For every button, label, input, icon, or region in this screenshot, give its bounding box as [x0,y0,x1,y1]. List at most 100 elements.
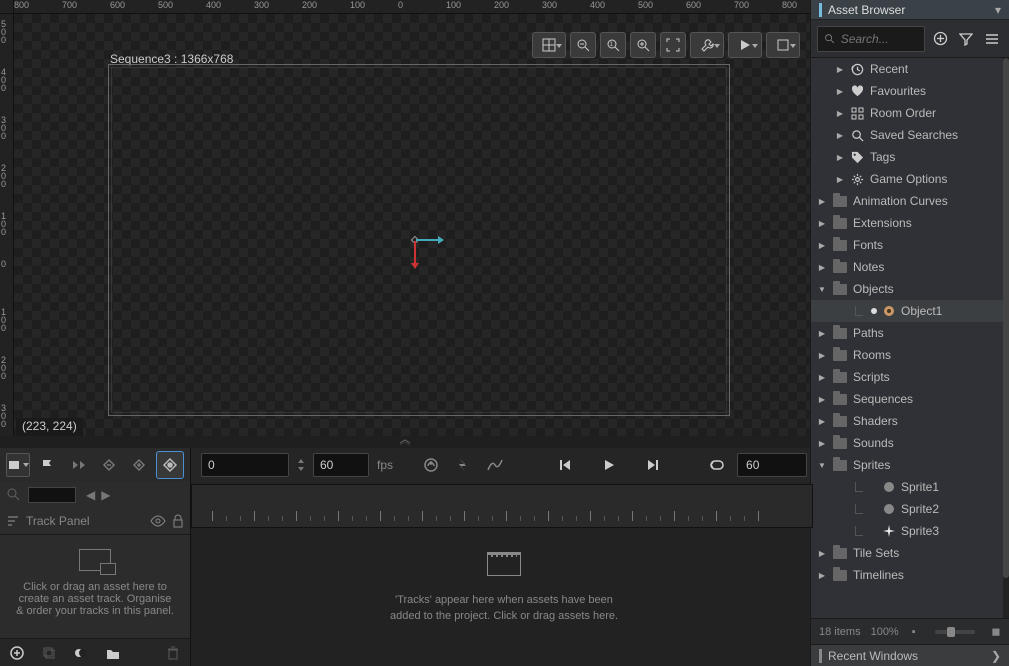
recent-windows-bar[interactable]: Recent Windows ❯ [811,644,1009,666]
prev-key-button[interactable] [66,452,92,478]
folder-fonts[interactable]: Fonts [811,234,1003,256]
group-button[interactable] [104,644,122,662]
track-panel: ◀ ▶ Track Panel [0,448,191,666]
quick-favourites[interactable]: Favourites [811,80,1003,102]
folder-icon [833,196,847,207]
folder-icon [833,460,847,471]
add-key-button[interactable] [126,452,152,478]
folder-paths[interactable]: Paths [811,322,1003,344]
folder-extensions[interactable]: Extensions [811,212,1003,234]
layer-mode-button[interactable] [6,453,30,477]
asset-sprite2[interactable]: Sprite2 [811,498,1003,520]
asset-sprite1[interactable]: Sprite1 [811,476,1003,498]
quick-saved-searches[interactable]: Saved Searches [811,124,1003,146]
sequence-canvas[interactable]: Sequence3 : 1366x768 (223, 224) 1 [14,14,810,436]
play-button[interactable] [597,453,621,477]
zoom-out-button[interactable] [570,32,596,58]
track-next-icon[interactable]: ▶ [101,488,110,502]
track-drop-zone[interactable]: Click or drag an asset here to create an… [0,534,190,638]
tree-scrollbar[interactable] [1003,58,1009,618]
timeline-drop-zone[interactable]: 'Tracks' appear here when assets have be… [191,528,817,666]
ruler-tick: 400 [1,68,6,92]
zoom-in-button[interactable] [630,32,656,58]
folder-animation-curves[interactable]: Animation Curves [811,190,1003,212]
ruler-tick: 100 [350,0,365,10]
canvas-options-button[interactable] [766,32,800,58]
asset-browser-footer: 18 items 100% ▪ ◼ [811,618,1009,644]
folder-shaders[interactable]: Shaders [811,410,1003,432]
track-search-icon[interactable] [6,487,22,503]
folder-icon [833,372,847,383]
frame-stepper-icon[interactable] [297,457,305,473]
zoom-in-icon[interactable]: ◼ [991,627,1001,637]
drop-target-icon [79,549,111,571]
sort-icon[interactable] [6,515,20,527]
scrollbar-thumb[interactable] [1003,58,1009,578]
quick-recent[interactable]: Recent [811,58,1003,80]
folder-rooms[interactable]: Rooms [811,344,1003,366]
timeline-ruler[interactable] [191,484,813,528]
quick-game-options[interactable]: Game Options [811,168,1003,190]
grid-button[interactable] [532,32,566,58]
ruler-tick: 300 [1,404,6,428]
saved-searches-icon [851,129,864,142]
asset-search-box[interactable] [817,26,925,52]
game-options-icon [851,173,864,186]
skip-start-button[interactable] [553,453,577,477]
clip-mask-button[interactable] [72,644,90,662]
play-options-button[interactable] [728,32,762,58]
folder-objects[interactable]: Objects [811,278,1003,300]
menu-button[interactable] [981,28,1003,50]
folder-sounds[interactable]: Sounds [811,432,1003,454]
folder-timelines[interactable]: Timelines [811,564,1003,586]
asset-browser-header[interactable]: Asset Browser ▾ [811,0,1009,20]
curve-button[interactable] [483,453,507,477]
asset-tree[interactable]: RecentFavouritesRoom OrderSaved Searches… [811,58,1009,618]
skip-end-button[interactable] [641,453,665,477]
recent-icon [851,63,864,76]
current-frame-field[interactable]: 0 [201,453,289,477]
folder-notes[interactable]: Notes [811,256,1003,278]
fit-canvas-button[interactable] [660,32,686,58]
quick-room-order[interactable]: Room Order [811,102,1003,124]
fps-field[interactable]: 60 [313,453,369,477]
ruler-tick: 200 [1,356,6,380]
asset-sprite3[interactable]: Sprite3 [811,520,1003,542]
sequence-length-field[interactable] [737,453,807,477]
loop-button[interactable] [705,453,729,477]
track-prev-icon[interactable]: ◀ [86,488,95,502]
folder-sequences[interactable]: Sequences [811,388,1003,410]
sprite-icon [883,503,895,515]
flag-icon[interactable] [36,454,58,476]
asset-browser-title: Asset Browser [828,3,905,17]
zoom-slider[interactable] [935,630,975,634]
remove-key-button[interactable] [96,452,122,478]
quick-tags[interactable]: Tags [811,146,1003,168]
folder-tile-sets[interactable]: Tile Sets [811,542,1003,564]
tools-button[interactable] [690,32,724,58]
zoom-out-icon[interactable]: ▪ [909,627,919,637]
folder-sprites[interactable]: Sprites [811,454,1003,476]
folder-scripts[interactable]: Scripts [811,366,1003,388]
ruler-tick: 200 [494,0,509,10]
asset-object1[interactable]: Object1 [811,300,1003,322]
ruler-tick: 800 [782,0,797,10]
splitter-handle[interactable] [0,436,810,448]
add-asset-button[interactable] [929,28,951,50]
zoom-reset-button[interactable]: 1 [600,32,626,58]
add-track-button[interactable] [8,644,26,662]
zoom-percent: 100% [871,626,899,638]
asset-search-input[interactable] [841,32,918,46]
fps-value: 60 [320,458,333,472]
delete-track-button[interactable] [164,644,182,662]
autokey-button[interactable] [156,451,184,479]
visibility-icon[interactable] [150,515,166,527]
duplicate-track-button[interactable] [40,644,58,662]
broadcast-button[interactable] [419,453,443,477]
current-frame-value: 0 [208,458,215,472]
lock-icon[interactable] [172,514,184,528]
track-filter-input[interactable] [28,487,76,503]
filter-button[interactable] [955,28,977,50]
moment-button[interactable] [451,453,475,477]
folder-icon [833,350,847,361]
